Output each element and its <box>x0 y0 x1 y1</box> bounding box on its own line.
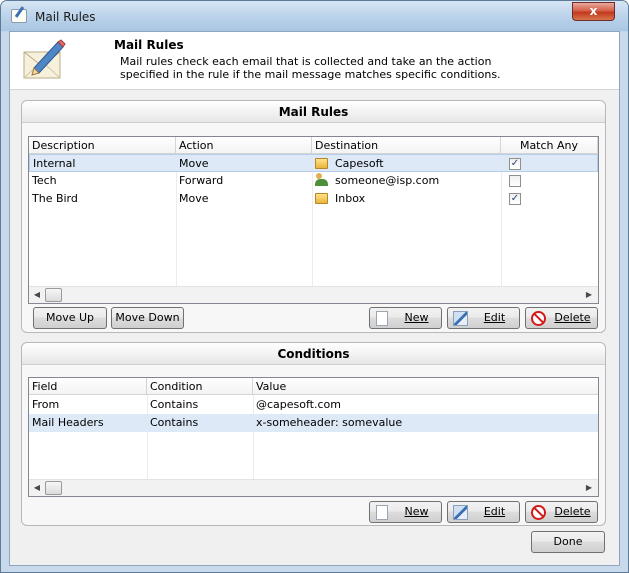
rules-list[interactable]: Description Action Destination Match Any… <box>28 136 599 304</box>
scrollbar-thumb[interactable] <box>45 481 62 495</box>
rule-action: Forward <box>179 174 224 187</box>
delete-condition-label: Delete <box>554 505 591 518</box>
table-row[interactable]: From Contains @capesoft.com <box>29 396 598 414</box>
rule-destination: Inbox <box>335 192 366 205</box>
mail-rules-window: Mail Rules x Mail Rules Mail rules check… <box>0 0 629 573</box>
delete-rule-button[interactable]: Delete <box>525 307 598 329</box>
mail-rules-group-title: Mail Rules <box>22 101 605 123</box>
new-document-icon <box>376 505 388 520</box>
edit-rule-label: Edit <box>483 311 506 324</box>
move-up-button[interactable]: Move Up <box>33 307 107 329</box>
table-row[interactable]: Mail Headers Contains x-someheader: some… <box>29 414 598 432</box>
rule-destination-cell: Inbox <box>312 190 501 208</box>
condition-operator: Contains <box>150 398 199 411</box>
new-rule-button[interactable]: New <box>369 307 442 329</box>
match-any-checkbox[interactable]: ✓ <box>509 193 521 205</box>
conditions-horizontal-scrollbar[interactable]: ◀ ▶ <box>29 479 598 496</box>
condition-field: From <box>32 398 60 411</box>
rule-description: The Bird <box>32 192 78 205</box>
rule-destination: someone@isp.com <box>335 174 440 187</box>
conditions-list[interactable]: Field Condition Value From Contains @cap… <box>28 377 599 497</box>
scroll-right-arrow-icon[interactable]: ▶ <box>582 287 596 303</box>
scroll-right-arrow-icon[interactable]: ▶ <box>582 480 596 496</box>
move-down-button[interactable]: Move Down <box>111 307 184 329</box>
header-description: Mail rules check each email that is coll… <box>120 55 501 81</box>
rule-description: Internal <box>33 157 76 170</box>
scrollbar-thumb[interactable] <box>45 288 62 302</box>
rules-list-header: Description Action Destination Match Any <box>29 137 598 154</box>
column-field[interactable]: Field <box>29 378 147 395</box>
rule-destination-cell: someone@isp.com <box>312 172 501 190</box>
conditions-group: Conditions Field Condition Value From Co… <box>21 342 606 526</box>
edit-icon <box>453 311 468 326</box>
column-value[interactable]: Value <box>253 378 598 395</box>
window-title: Mail Rules <box>35 10 96 24</box>
table-row[interactable]: The Bird Move Inbox ✓ <box>29 190 598 208</box>
close-button[interactable]: x <box>572 2 615 21</box>
column-destination[interactable]: Destination <box>312 137 501 154</box>
match-any-checkbox[interactable] <box>509 175 521 187</box>
envelope-pencil-icon <box>23 39 66 79</box>
folder-icon <box>315 193 328 204</box>
delete-condition-button[interactable]: Delete <box>525 501 598 523</box>
dialog-client: Mail Rules Mail rules check each email t… <box>9 31 620 566</box>
table-row[interactable]: Tech Forward someone@isp.com <box>29 172 598 190</box>
conditions-list-header: Field Condition Value <box>29 378 598 395</box>
edit-icon <box>453 505 468 520</box>
new-condition-button[interactable]: New <box>369 501 442 523</box>
condition-field: Mail Headers <box>32 416 104 429</box>
column-condition[interactable]: Condition <box>147 378 253 395</box>
condition-operator: Contains <box>150 416 199 429</box>
column-action[interactable]: Action <box>176 137 312 154</box>
conditions-group-title: Conditions <box>22 343 605 365</box>
scroll-left-arrow-icon[interactable]: ◀ <box>30 287 44 303</box>
edit-condition-label: Edit <box>483 505 506 518</box>
delete-icon <box>531 505 546 520</box>
new-condition-label: New <box>404 505 429 518</box>
new-rule-label: New <box>404 311 429 324</box>
rules-horizontal-scrollbar[interactable]: ◀ ▶ <box>29 286 598 303</box>
condition-value: @capesoft.com <box>256 398 341 411</box>
rule-destination-cell: Capesoft <box>312 155 501 173</box>
contact-icon <box>315 173 329 186</box>
title-bar[interactable]: Mail Rules x <box>1 1 628 31</box>
condition-value: x-someheader: somevalue <box>256 416 403 429</box>
scroll-left-arrow-icon[interactable]: ◀ <box>30 480 44 496</box>
column-description[interactable]: Description <box>29 137 176 154</box>
rule-destination: Capesoft <box>335 157 384 170</box>
mail-rules-icon <box>11 9 27 23</box>
match-any-checkbox[interactable]: ✓ <box>509 158 521 170</box>
table-row[interactable]: Internal Move Capesoft ✓ <box>29 154 598 172</box>
new-document-icon <box>376 311 388 326</box>
rule-description: Tech <box>32 174 57 187</box>
folder-icon <box>315 158 328 169</box>
done-button[interactable]: Done <box>531 531 605 553</box>
column-match-any[interactable]: Match Any <box>501 137 598 154</box>
dialog-header: Mail Rules Mail rules check each email t… <box>10 32 619 90</box>
rule-action: Move <box>179 157 209 170</box>
header-title: Mail Rules <box>114 38 184 52</box>
edit-rule-button[interactable]: Edit <box>447 307 520 329</box>
rule-action: Move <box>179 192 209 205</box>
delete-icon <box>531 311 546 326</box>
edit-condition-button[interactable]: Edit <box>447 501 520 523</box>
delete-rule-label: Delete <box>554 311 591 324</box>
mail-rules-group: Mail Rules Description Action Destinatio… <box>21 100 606 333</box>
